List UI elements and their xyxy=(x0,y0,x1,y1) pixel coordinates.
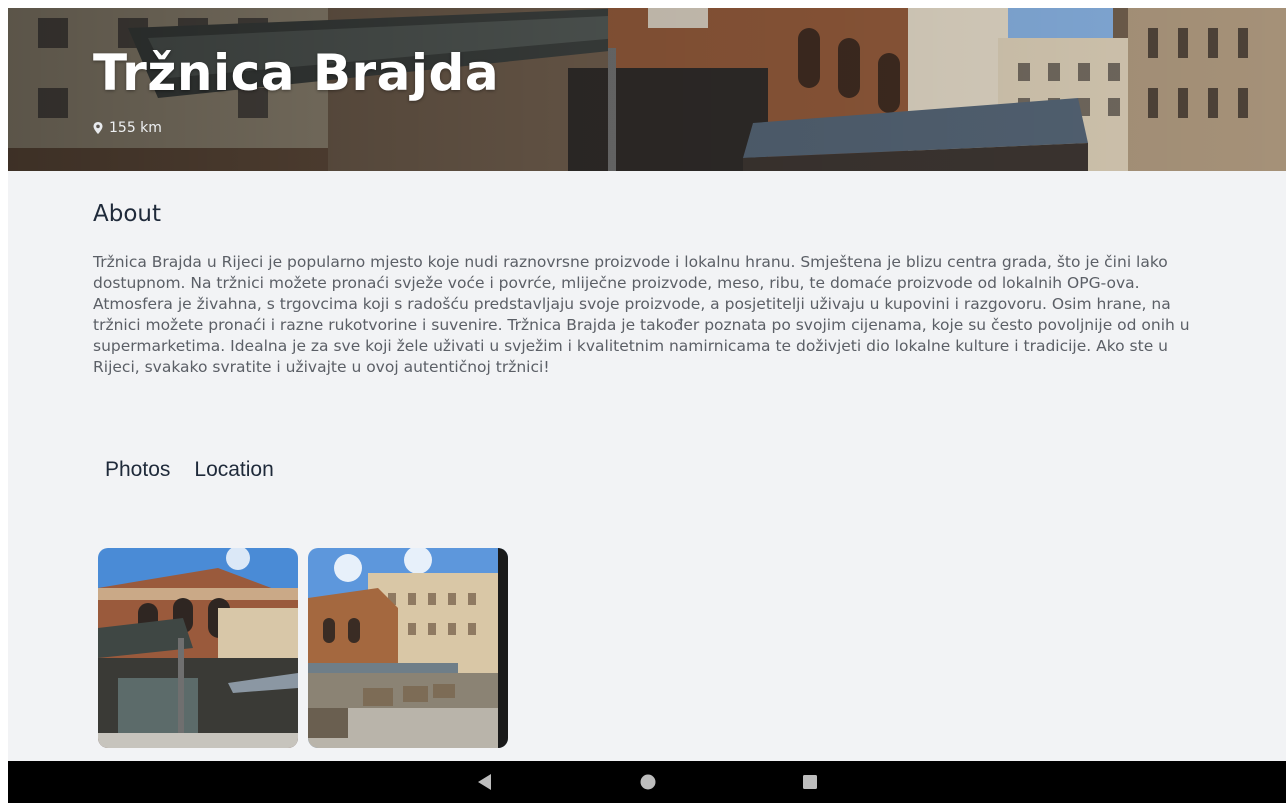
hero-banner: Tržnica Brajda 155 km xyxy=(8,8,1286,171)
tab-photos[interactable]: Photos xyxy=(105,458,170,482)
place-title: Tržnica Brajda xyxy=(93,44,500,102)
market-hall-photo xyxy=(98,548,298,748)
back-triangle-icon xyxy=(478,774,491,790)
tab-location[interactable]: Location xyxy=(194,458,273,482)
system-nav-bar xyxy=(8,761,1286,803)
photo-thumbnail[interactable] xyxy=(308,548,508,748)
about-heading: About xyxy=(93,201,162,227)
photo-carousel[interactable] xyxy=(98,548,508,748)
about-paragraph: Tržnica Brajda u Rijeci je popularno mje… xyxy=(93,253,1168,292)
distance-row: 155 km xyxy=(93,120,162,136)
home-circle-icon xyxy=(640,774,656,790)
location-pin-icon xyxy=(93,122,103,134)
screen: Tržnica Brajda 155 km About Tržnica Braj… xyxy=(8,8,1286,761)
market-square-photo xyxy=(308,548,508,748)
recents-square-icon xyxy=(803,775,817,789)
about-text: Tržnica Brajda u Rijeci je popularno mje… xyxy=(93,252,1203,378)
back-button[interactable] xyxy=(455,761,515,803)
recents-button[interactable] xyxy=(780,761,840,803)
home-button[interactable] xyxy=(618,761,678,803)
photo-thumbnail[interactable] xyxy=(98,548,298,748)
tab-bar: Photos Location xyxy=(105,458,274,482)
about-paragraph: Atmosfera je živahna, s trgovcima koji s… xyxy=(93,295,1190,376)
distance-label: 155 km xyxy=(109,120,162,136)
